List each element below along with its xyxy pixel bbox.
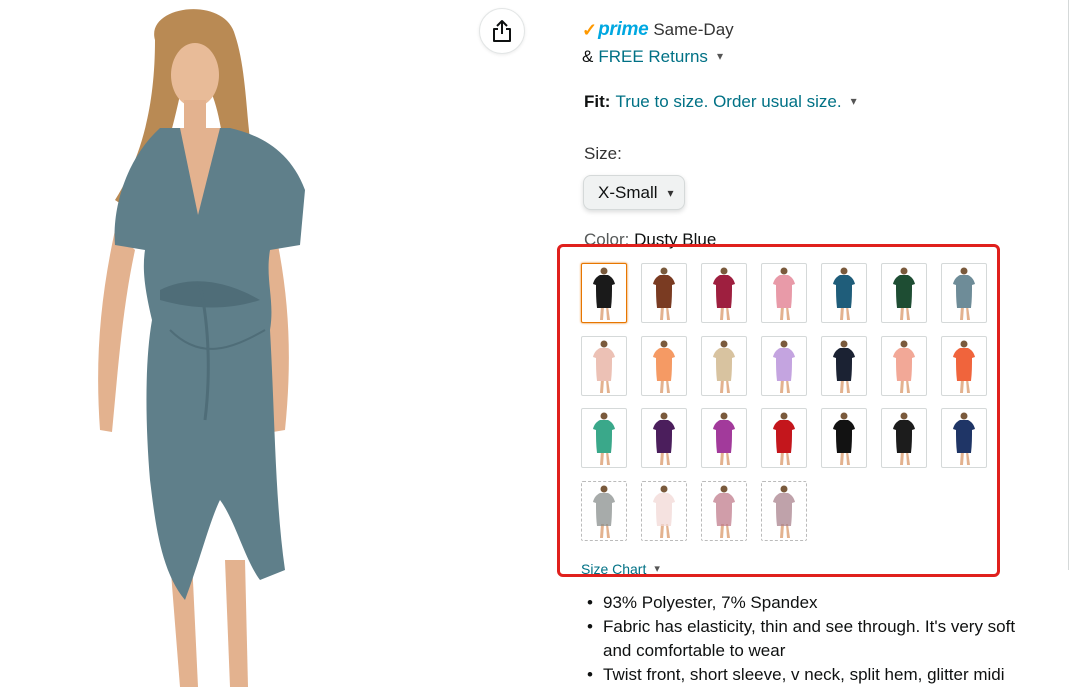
dress-model-illustration — [98, 9, 305, 687]
free-returns-link[interactable]: FREE Returns — [598, 47, 708, 67]
size-label: Size: — [584, 144, 622, 163]
fit-row: Fit: True to size. Order usual size. ▾ — [584, 90, 857, 114]
prime-check-icon: ✓ — [582, 19, 598, 40]
size-selected-value: X-Small — [598, 182, 658, 202]
chevron-down-icon[interactable]: ▾ — [717, 49, 723, 63]
chevron-down-icon: ▾ — [654, 562, 660, 575]
bullet-item: Fabric has elasticity, thin and see thro… — [587, 615, 1037, 663]
chevron-down-icon[interactable]: ▾ — [851, 94, 857, 108]
bullet-item: 93% Polyester, 7% Spandex — [587, 591, 1037, 615]
chevron-down-icon: ▾ — [667, 185, 674, 200]
share-icon — [493, 20, 511, 42]
fit-label: Fit: — [584, 92, 611, 111]
scrollbar-track — [1068, 0, 1069, 570]
size-dropdown[interactable]: X-Small ▾ — [583, 175, 685, 210]
prime-logo: prime — [598, 19, 649, 40]
size-chart-label: Size Chart — [581, 561, 647, 577]
feature-bullets: 93% Polyester, 7% Spandex Fabric has ela… — [587, 591, 1037, 687]
ampersand-text: & — [582, 47, 594, 66]
share-button[interactable] — [479, 8, 525, 54]
free-returns-row: & FREE Returns ▾ — [582, 45, 723, 69]
prime-delivery-row: ✓ prime Same-Day — [582, 18, 734, 42]
same-day-text: Same-Day — [653, 20, 734, 39]
size-chart-link[interactable]: Size Chart ▾ — [581, 561, 660, 577]
product-image[interactable] — [60, 0, 360, 687]
fit-value-link[interactable]: True to size. Order usual size. — [615, 92, 841, 112]
bullet-item: Twist front, short sleeve, v neck, split… — [587, 663, 1037, 687]
highlight-box — [557, 244, 1000, 577]
